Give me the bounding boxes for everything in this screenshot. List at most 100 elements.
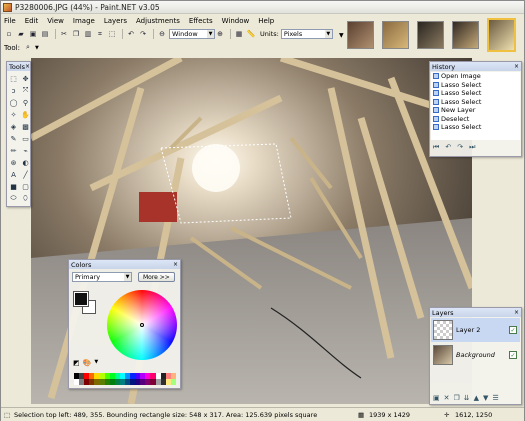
ellipse-tool-icon[interactable]: ⬭ xyxy=(8,193,19,204)
zoom-tool-icon[interactable]: ⚲ xyxy=(20,97,31,108)
undo-icon[interactable]: ↶ xyxy=(445,143,451,152)
zoom-window-combo[interactable]: Window ▼ xyxy=(169,29,215,39)
menu-adjustments[interactable]: Adjustments xyxy=(136,17,180,25)
layer-properties-icon[interactable]: ☰ xyxy=(492,394,498,402)
paint-bucket-tool-icon[interactable]: ◈ xyxy=(8,121,19,132)
history-item[interactable]: Open Image xyxy=(431,72,520,81)
ellipse-select-tool-icon[interactable]: ◯ xyxy=(8,97,19,108)
close-icon[interactable]: × xyxy=(173,261,178,268)
move-layer-down-icon[interactable]: ▼ xyxy=(483,394,488,402)
units-combo[interactable]: Pixels ▼ xyxy=(280,29,333,39)
new-icon[interactable]: ▫ xyxy=(4,29,14,39)
image-thumbnail[interactable] xyxy=(346,21,374,49)
current-tool-icon[interactable]: ⌕ xyxy=(23,43,33,53)
magic-wand-tool-icon[interactable]: ✧ xyxy=(8,109,19,120)
paintbrush-tool-icon[interactable]: ✎ xyxy=(8,133,19,144)
image-thumbnail-active[interactable] xyxy=(486,18,517,52)
color-mode-combo[interactable]: Primary ▼ xyxy=(72,272,132,282)
title-bar: P3280006.JPG (44%) - Paint.NET v3.05 xyxy=(1,1,524,14)
history-item[interactable]: Lasso Select xyxy=(431,81,520,90)
gradient-tool-icon[interactable]: ▩ xyxy=(20,121,31,132)
chevron-down-icon[interactable]: ▼ xyxy=(35,45,39,51)
menu-effects[interactable]: Effects xyxy=(189,17,213,25)
add-layer-icon[interactable]: ▣ xyxy=(433,394,440,402)
layers-panel-header[interactable]: Layers × xyxy=(430,308,521,317)
history-item[interactable]: Lasso Select xyxy=(431,123,520,132)
color-palette[interactable] xyxy=(74,373,177,385)
cut-icon[interactable]: ✂ xyxy=(59,29,69,39)
layer-visibility-checkbox[interactable]: ✓ xyxy=(509,351,517,359)
grid-icon[interactable]: ▦ xyxy=(234,29,244,39)
menu-edit[interactable]: Edit xyxy=(25,17,39,25)
layer-row[interactable]: Background ✓ xyxy=(431,343,520,367)
crop-icon[interactable]: ⌗ xyxy=(95,29,105,39)
menu-window[interactable]: Window xyxy=(222,17,250,25)
history-item[interactable]: Lasso Select xyxy=(431,98,520,107)
image-thumbnail[interactable] xyxy=(381,21,409,49)
history-item[interactable]: Lasso Select xyxy=(431,89,520,98)
menu-layers[interactable]: Layers xyxy=(104,17,127,25)
eraser-tool-icon[interactable]: ▭ xyxy=(20,133,31,144)
layer-row[interactable]: Layer 2 ✓ xyxy=(431,318,520,342)
open-icon[interactable]: ▰ xyxy=(16,29,26,39)
rectangle-tool-icon[interactable]: ■ xyxy=(8,181,19,192)
pencil-tool-icon[interactable]: ✏ xyxy=(8,145,19,156)
chevron-down-icon[interactable]: ▼ xyxy=(94,359,98,367)
image-thumbnail[interactable] xyxy=(416,21,444,49)
recolor-tool-icon[interactable]: ◐ xyxy=(20,157,31,168)
close-icon[interactable]: × xyxy=(514,309,519,316)
close-icon[interactable]: × xyxy=(514,63,519,70)
history-item[interactable]: New Layer xyxy=(431,106,520,115)
menu-help[interactable]: Help xyxy=(258,17,274,25)
history-item[interactable]: Deselect xyxy=(431,115,520,124)
color-picker-tool-icon[interactable]: ⌁ xyxy=(20,145,31,156)
fast-forward-icon[interactable]: ⏭ xyxy=(469,143,475,152)
redo-icon[interactable]: ↷ xyxy=(457,143,463,152)
merge-layer-icon[interactable]: ⇊ xyxy=(464,394,470,402)
chevron-down-icon[interactable]: ▼ xyxy=(339,32,344,39)
close-icon[interactable]: × xyxy=(25,63,30,70)
toolbar-separator xyxy=(122,29,123,39)
delete-layer-icon[interactable]: ✕ xyxy=(444,394,450,402)
tools-panel-header[interactable]: Tools × xyxy=(7,62,30,71)
zoom-out-icon[interactable]: ⊖ xyxy=(157,29,167,39)
move-tool-icon[interactable]: ✥ xyxy=(20,73,31,84)
move-layer-up-icon[interactable]: ▲ xyxy=(474,394,479,402)
colors-panel-header[interactable]: Colors × xyxy=(69,260,180,269)
print-icon[interactable]: ▤ xyxy=(40,29,50,39)
layer-buttons: ▣ ✕ ❐ ⇊ ▲ ▼ ☰ xyxy=(433,394,499,402)
undo-icon[interactable]: ↶ xyxy=(126,29,136,39)
history-panel-header[interactable]: History × xyxy=(430,62,521,71)
text-tool-icon[interactable]: A xyxy=(8,169,19,180)
colors-panel: Colors × Primary ▼ More >> ◩ 🎨 ▼ xyxy=(68,259,181,389)
pan-tool-icon[interactable]: ✋ xyxy=(20,109,31,120)
menu-file[interactable]: File xyxy=(4,17,16,25)
palette-icon[interactable]: 🎨 xyxy=(83,359,92,367)
tool-label: Tool: xyxy=(4,43,20,52)
redo-icon[interactable]: ↷ xyxy=(138,29,148,39)
menu-view[interactable]: View xyxy=(47,17,64,25)
rounded-rectangle-tool-icon[interactable]: ▢ xyxy=(20,181,31,192)
save-icon[interactable]: ▣ xyxy=(28,29,38,39)
duplicate-layer-icon[interactable]: ❐ xyxy=(454,394,460,402)
reset-colors-icon[interactable]: ◩ xyxy=(73,359,80,367)
deselect-icon[interactable]: ⬚ xyxy=(107,29,117,39)
history-list: Open Image Lasso Select Lasso Select Las… xyxy=(431,72,520,140)
freeform-shape-tool-icon[interactable]: ⬯ xyxy=(20,193,31,204)
menu-image[interactable]: Image xyxy=(73,17,95,25)
layer-visibility-checkbox[interactable]: ✓ xyxy=(509,326,517,334)
primary-color-swatch[interactable] xyxy=(73,291,89,307)
zoom-in-icon[interactable]: ⊕ xyxy=(215,29,225,39)
move-selection-tool-icon[interactable]: ⤧ xyxy=(20,85,31,96)
rectangle-select-tool-icon[interactable]: ⬚ xyxy=(8,73,19,84)
copy-icon[interactable]: ❐ xyxy=(71,29,81,39)
color-wheel[interactable] xyxy=(107,290,177,360)
rewind-icon[interactable]: ⏮ xyxy=(433,143,439,152)
image-thumbnail[interactable] xyxy=(451,21,479,49)
lasso-tool-icon[interactable]: ↄ xyxy=(8,85,19,96)
paste-icon[interactable]: ▥ xyxy=(83,29,93,39)
line-tool-icon[interactable]: ╱ xyxy=(20,169,31,180)
clone-stamp-tool-icon[interactable]: ⊛ xyxy=(8,157,19,168)
rulers-icon[interactable]: 📏 xyxy=(246,29,256,39)
more-button[interactable]: More >> xyxy=(138,272,175,282)
